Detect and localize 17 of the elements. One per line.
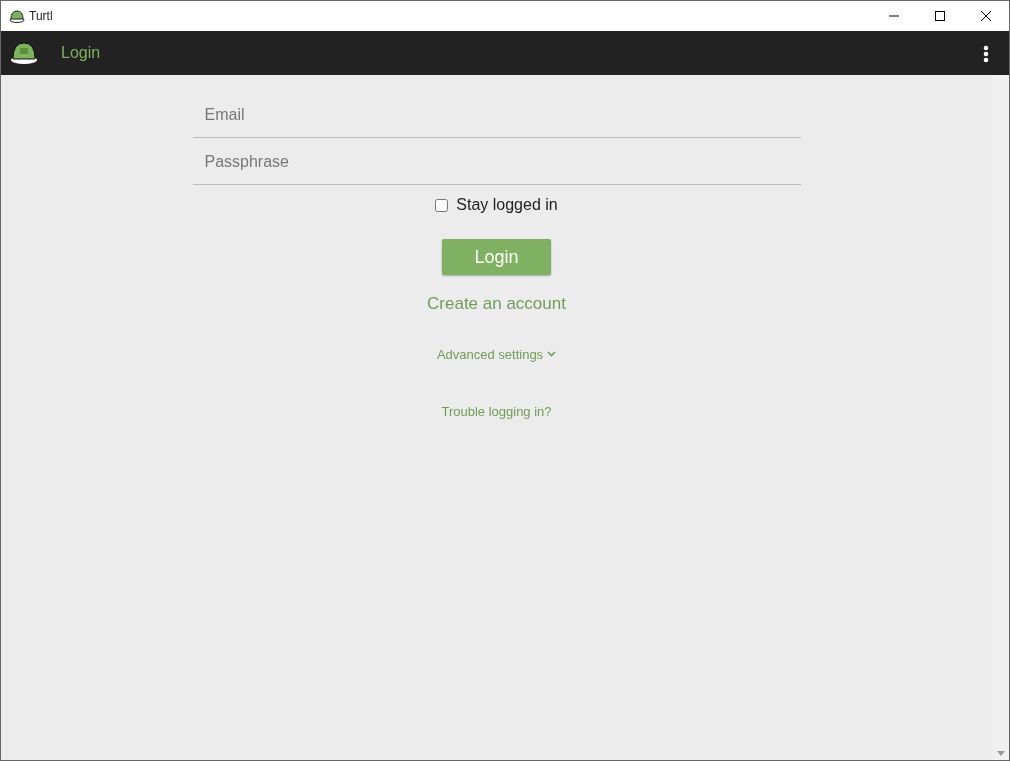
maximize-icon — [935, 11, 945, 21]
chevron-icon — [547, 351, 557, 358]
advanced-settings-link[interactable]: Advanced settings — [436, 344, 557, 364]
turtle-icon — [9, 9, 25, 23]
close-icon — [981, 11, 991, 21]
turtle-icon — [9, 40, 39, 66]
passphrase-field[interactable]: Passphrase — [192, 138, 801, 185]
login-button[interactable]: Login — [442, 239, 551, 275]
stay-logged-in-label: Stay logged in — [456, 195, 558, 215]
stay-logged-in-checkbox[interactable] — [435, 198, 449, 212]
scroll-down-icon[interactable] — [996, 751, 1005, 756]
create-account-link[interactable]: Create an account — [427, 291, 566, 317]
page-title: Login — [61, 43, 101, 63]
email-field[interactable]: Email — [192, 91, 801, 138]
more-options-icon — [983, 44, 989, 63]
trouble-logging-in-link[interactable]: Trouble logging in? — [441, 402, 552, 422]
window-title: Turtl — [29, 8, 53, 25]
